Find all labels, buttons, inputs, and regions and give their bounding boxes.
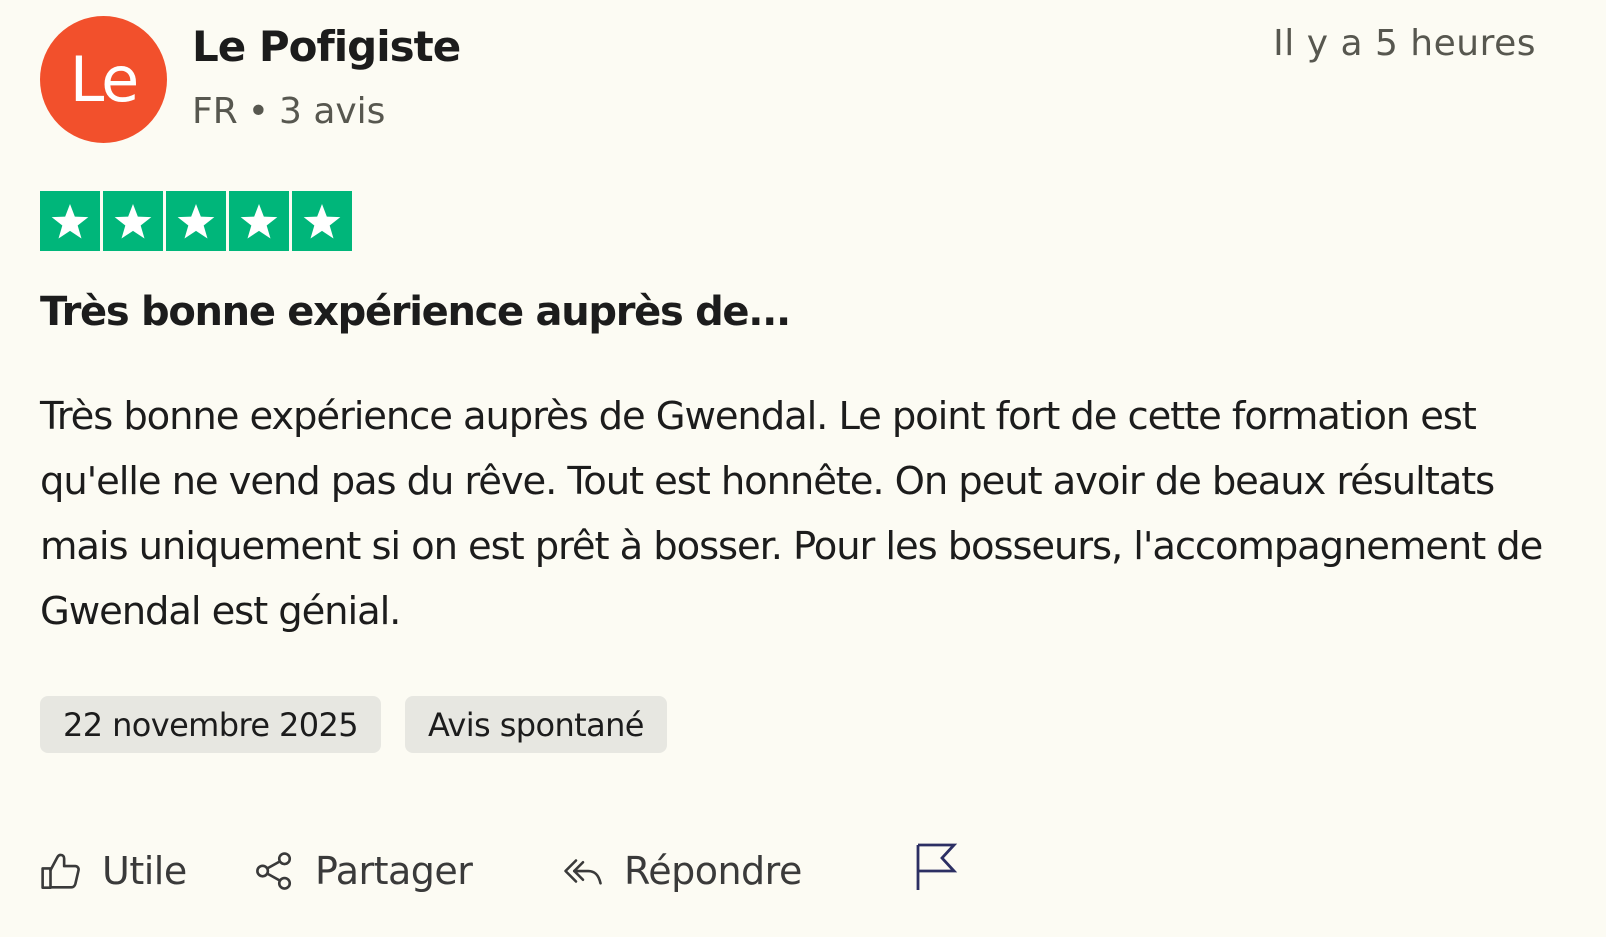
share-icon — [253, 850, 295, 892]
review-title[interactable]: Très bonne expérience auprès de... — [40, 286, 791, 338]
meta-separator: • — [247, 91, 269, 132]
useful-button[interactable]: Utile — [40, 840, 187, 902]
share-label: Partager — [315, 849, 473, 893]
star-icon — [292, 191, 352, 251]
reviewer-country: FR — [192, 91, 238, 132]
star-icon — [103, 191, 163, 251]
useful-label: Utile — [102, 849, 187, 893]
star-icon — [166, 191, 226, 251]
star-rating — [40, 191, 352, 251]
reply-label: Répondre — [624, 849, 802, 893]
avatar: Le — [40, 16, 167, 143]
avatar-initials: Le — [69, 43, 140, 116]
flag-icon — [914, 843, 958, 896]
review-type-badge: Avis spontané — [405, 696, 667, 753]
report-button[interactable] — [914, 842, 958, 896]
review-relative-time: Il y a 5 heures — [1273, 23, 1536, 64]
review-body: Très bonne expérience auprès de Gwendal.… — [40, 394, 1543, 634]
reviewer-review-count: 3 avis — [278, 91, 386, 132]
star-icon — [229, 191, 289, 251]
share-button[interactable]: Partager — [253, 840, 473, 902]
reviewer-name[interactable]: Le Pofigiste — [192, 22, 461, 72]
reply-button[interactable]: Répondre — [562, 840, 802, 902]
reviewer-meta: FR • 3 avis — [192, 88, 385, 136]
reply-icon — [562, 850, 604, 892]
thumbs-up-icon — [40, 850, 82, 892]
review-tags: 22 novembre 2025 Avis spontané — [40, 696, 667, 753]
review-date-badge: 22 novembre 2025 — [40, 696, 382, 753]
star-icon — [40, 191, 100, 251]
